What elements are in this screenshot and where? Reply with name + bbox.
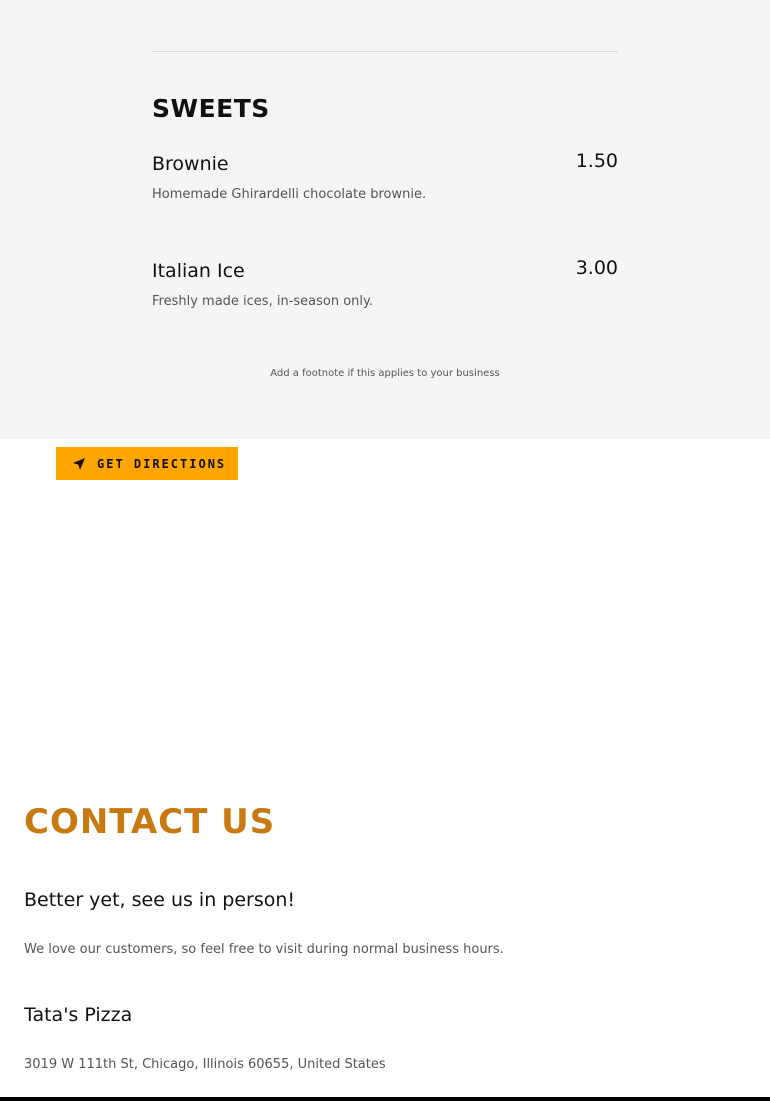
menu-item-description: Homemade Ghirardelli chocolate brownie.	[152, 187, 427, 202]
menu-item-price: 3.00	[575, 257, 618, 279]
menu-item-brownie: Brownie 1.50 Homemade Ghirardelli chocol…	[152, 150, 618, 231]
menu-item-italian-ice: Italian Ice 3.00 Freshly made ices, in-s…	[152, 257, 618, 338]
contact-title: CONTACT US	[24, 802, 276, 842]
get-directions-button[interactable]: GET DIRECTIONS	[56, 447, 238, 480]
bottom-bar	[0, 1097, 770, 1101]
get-directions-label: GET DIRECTIONS	[97, 456, 227, 471]
navigation-arrow-icon	[71, 456, 87, 472]
menu-footnote: Add a footnote if this applies to your b…	[270, 368, 500, 379]
menu-item-price: 1.50	[575, 150, 618, 172]
menu-category-title: SWEETS	[152, 94, 270, 123]
contact-text: We love our customers, so feel free to v…	[24, 942, 504, 957]
menu-item-name: Italian Ice	[152, 260, 245, 282]
menu-divider	[152, 51, 618, 52]
contact-subtitle: Better yet, see us in person!	[24, 889, 296, 911]
menu-section: SWEETS Brownie 1.50 Homemade Ghirardelli…	[0, 0, 770, 439]
business-address: 3019 W 111th St, Chicago, Illinois 60655…	[24, 1057, 386, 1072]
menu-item-name: Brownie	[152, 153, 229, 175]
business-name: Tata's Pizza	[24, 1004, 133, 1026]
menu-item-description: Freshly made ices, in-season only.	[152, 294, 373, 309]
